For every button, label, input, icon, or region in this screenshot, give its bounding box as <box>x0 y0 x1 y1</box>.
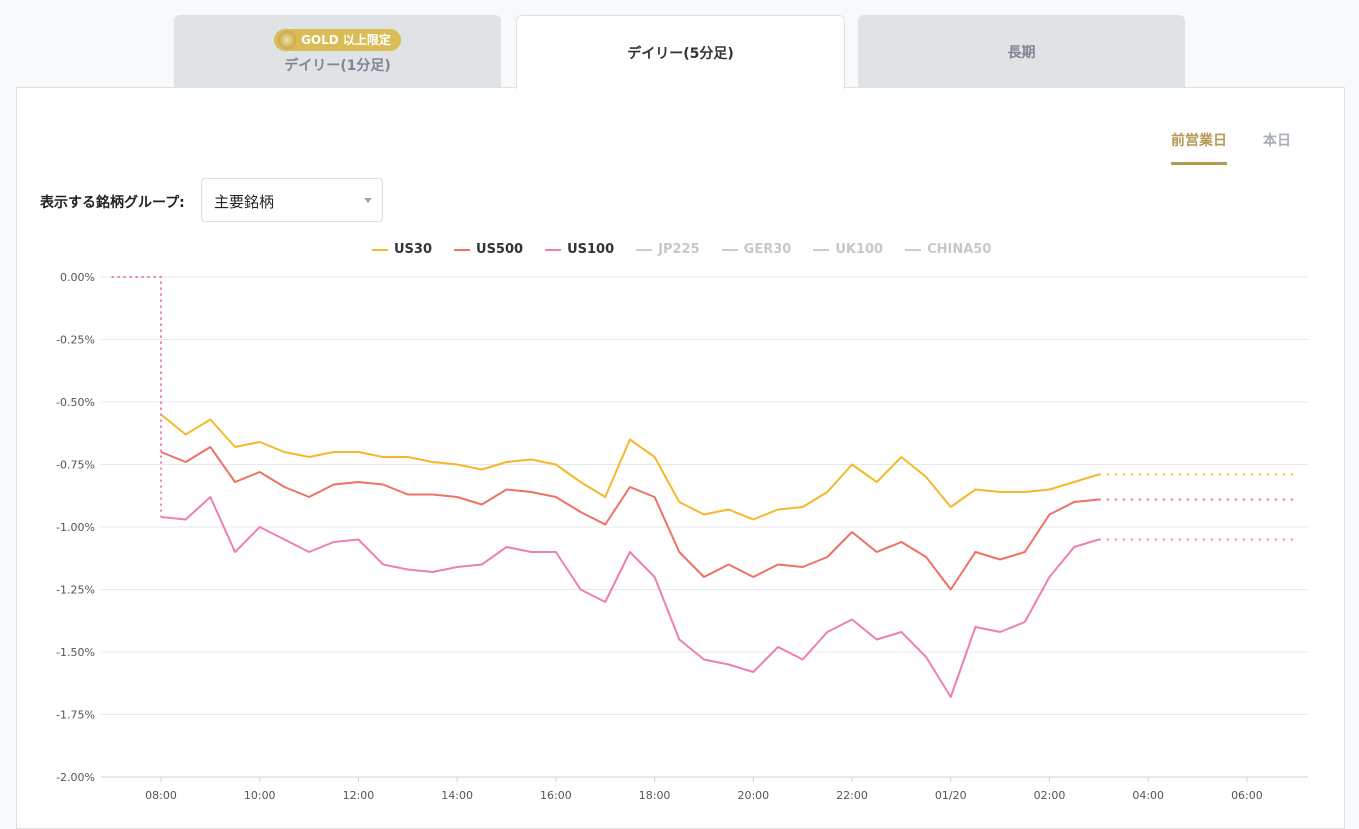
y-tick-label: -1.25% <box>56 584 95 597</box>
x-tick-label: 14:00 <box>441 789 473 802</box>
x-tick-label: 06:00 <box>1231 789 1263 802</box>
y-tick-label: -1.75% <box>56 709 95 722</box>
y-tick-label: -0.75% <box>56 459 95 472</box>
series-us100-pre <box>112 277 161 517</box>
series-us30 <box>161 415 1099 520</box>
series-us30-pre <box>112 277 161 415</box>
x-tick-label: 18:00 <box>639 789 671 802</box>
x-tick-label: 12:00 <box>343 789 375 802</box>
y-tick-label: -2.00% <box>56 771 95 784</box>
y-tick-label: -1.50% <box>56 646 95 659</box>
tab-label: デイリー(5分足) <box>627 43 734 63</box>
series-us500-pre <box>112 277 161 452</box>
y-tick-label: -0.25% <box>56 334 95 347</box>
y-tick-label: -1.00% <box>56 521 95 534</box>
x-tick-label: 01/20 <box>935 789 967 802</box>
x-tick-label: 22:00 <box>836 789 868 802</box>
line-chart: 0.00% -0.25% -0.50% -0.75% -1.00% -1.25% -1.50… <box>0 0 1359 821</box>
x-tick-label: 10:00 <box>244 789 276 802</box>
x-tick-label: 16:00 <box>540 789 572 802</box>
series-us500 <box>161 447 1099 590</box>
x-tick-label: 04:00 <box>1132 789 1164 802</box>
tab-daily-5min[interactable]: デイリー(5分足) <box>516 15 845 89</box>
y-tick-label: -0.50% <box>56 396 95 409</box>
x-tick-label: 08:00 <box>145 789 177 802</box>
y-tick-label: 0.00% <box>60 271 95 284</box>
x-tick-label: 02:00 <box>1034 789 1066 802</box>
x-tick-label: 20:00 <box>737 789 769 802</box>
